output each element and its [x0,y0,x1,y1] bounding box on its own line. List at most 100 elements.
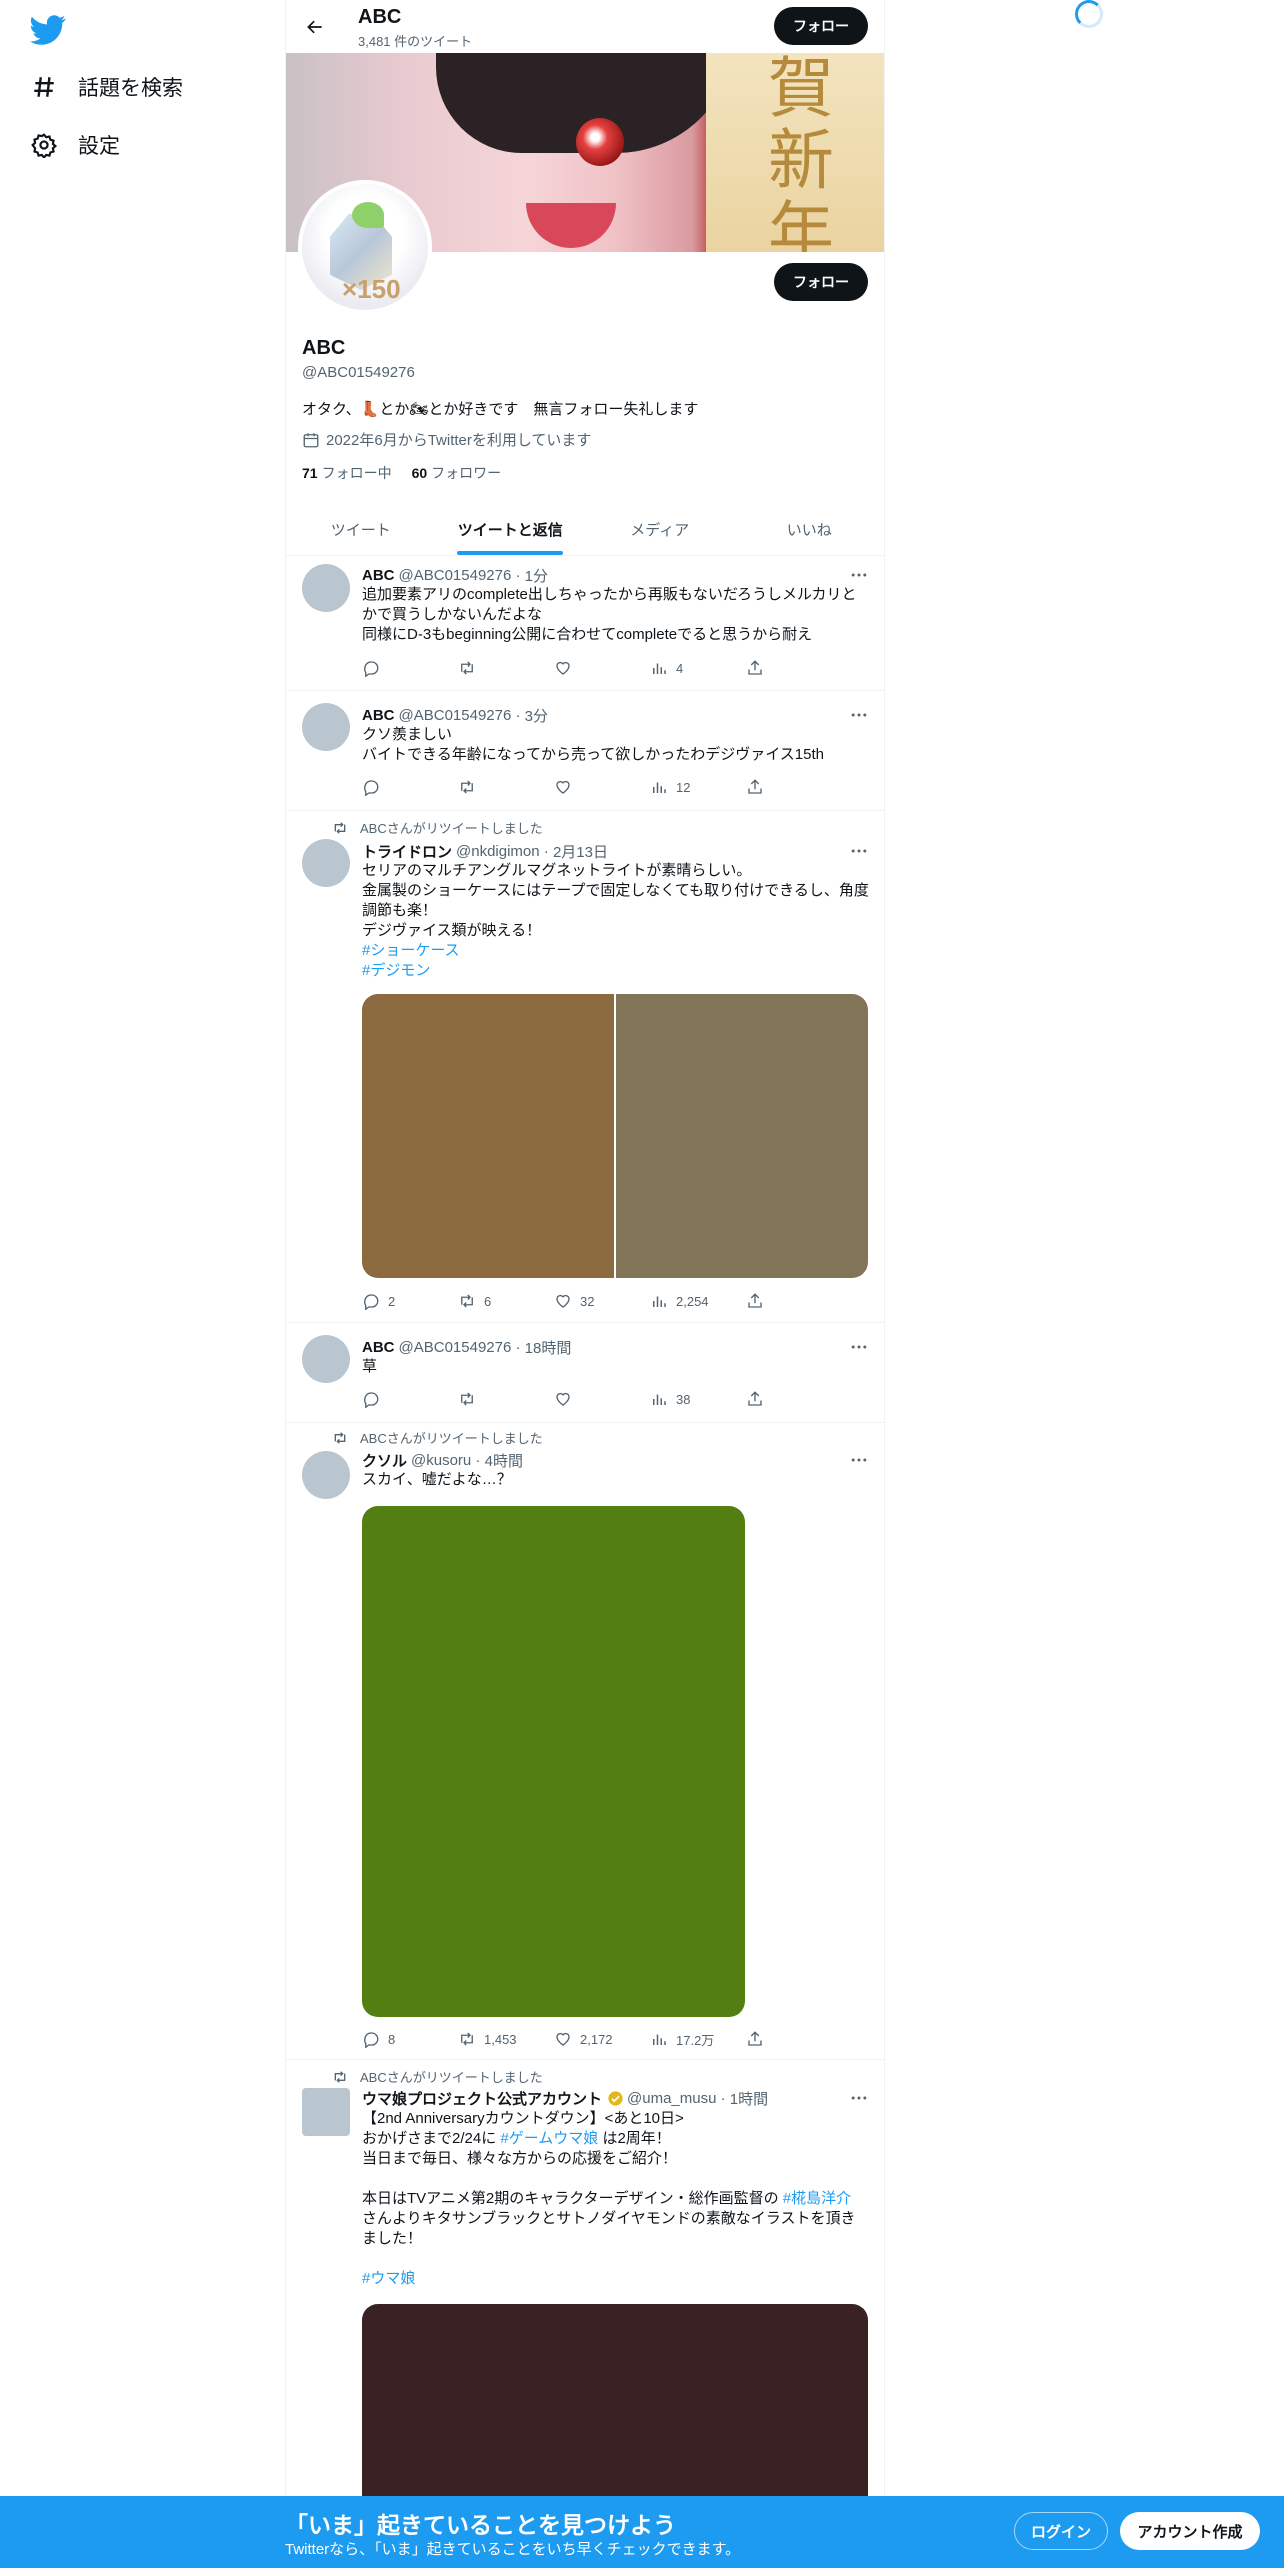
tweet[interactable]: ABCさんがリツイートしました トライドロン @nkdigimon · 2月13… [286,811,884,1323]
reply-button[interactable] [362,659,458,677]
tweet-author-name[interactable]: クソル [362,1450,407,1471]
hashtag-link[interactable]: #ゲームウマ娘 [500,2130,598,2147]
tweet-avatar[interactable] [302,839,350,887]
tweet-author-handle[interactable]: @ABC01549276 [399,707,512,724]
like-button[interactable] [554,1390,650,1408]
heart-icon [556,1392,570,1406]
reply-button[interactable]: 8 [362,2030,458,2048]
tweet-avatar[interactable] [302,2088,350,2136]
more-options-icon[interactable] [848,565,870,585]
reply-button[interactable] [362,1390,458,1408]
tweet-time[interactable]: 2月13日 [553,841,608,862]
like-button[interactable] [554,778,650,796]
tweet-author-name[interactable]: ABC [362,567,395,584]
nav-explore[interactable]: 話題を検索 [30,67,183,107]
tweet-text: スカイ、嘘だよな…？ [362,1470,870,1490]
tab-media[interactable]: メディア [585,503,735,555]
tweet-author-handle[interactable]: @uma_musu [627,2090,716,2107]
share-button[interactable] [746,1292,772,1310]
tweet-time[interactable]: 3分 [525,705,548,726]
share-button[interactable] [746,778,772,796]
views-button[interactable]: 17.2万 [650,2030,746,2049]
tweet-author-name[interactable]: ABC [362,707,395,724]
retweet-button[interactable] [458,1390,554,1408]
tab-likes[interactable]: いいね [735,503,885,555]
tweet-avatar[interactable] [302,1451,350,1499]
twitter-bird-icon[interactable] [30,12,66,48]
reply-button[interactable] [362,778,458,796]
views-button[interactable]: 4 [650,659,746,677]
tweet[interactable]: ABC @ABC01549276 · 18時間 草 38 [286,1323,884,1423]
tweet-author-name[interactable]: トライドロン [362,841,452,862]
like-button[interactable] [554,659,650,677]
tweet-author-handle[interactable]: @ABC01549276 [399,567,512,584]
more-options-icon[interactable] [848,705,870,725]
retweet-indicator: ABCさんがリツイートしました [332,2067,543,2086]
tweet[interactable]: ABC @ABC01549276 · 3分 クソ羨ましい バイトできる年齢になっ… [286,691,884,811]
hashtag-link[interactable]: #デジモン [362,961,870,981]
tweet-image[interactable] [616,994,868,1278]
tweet[interactable]: ABCさんがリツイートしました ウマ娘プロジェクト公式アカウント @uma_mu… [286,2060,884,2568]
followers-count: 60 [411,465,428,481]
retweet-indicator: ABCさんがリツイートしました [332,818,543,837]
more-options-icon[interactable] [848,2088,870,2108]
views-button[interactable]: 2,254 [650,1292,746,1310]
share-button[interactable] [746,659,772,677]
tweet-time[interactable]: 1分 [525,565,548,586]
tab-tweets[interactable]: ツイート [286,503,436,555]
views-button[interactable]: 38 [650,1390,746,1408]
retweet-label[interactable]: ABCさんがリツイートしました [360,2067,543,2086]
retweet-button[interactable]: 6 [458,1292,554,1310]
share-button[interactable] [746,1390,772,1408]
retweet-indicator: ABCさんがリツイートしました [332,1428,543,1447]
back-button[interactable] [298,10,332,44]
dot-separator: · [511,1339,525,1356]
tweet-time[interactable]: 1時間 [730,2088,768,2109]
retweet-button[interactable] [458,659,554,677]
tweet-author-handle[interactable]: @ABC01549276 [399,1339,512,1356]
followers-link[interactable]: 60 フォロワー [412,463,502,483]
tweet-author-handle[interactable]: @kusoru [411,1452,471,1469]
like-button[interactable]: 32 [554,1292,650,1310]
hashtag-link[interactable]: #ショーケース [362,941,870,961]
tweet-time[interactable]: 4時間 [485,1450,523,1471]
tweet[interactable]: ABC @ABC01549276 · 1分 追加要素アリのcomplete出しち… [286,556,884,691]
retweet-label[interactable]: ABCさんがリツイートしました [360,1428,543,1447]
hashtag-link[interactable]: #椛島洋介 [783,2190,851,2207]
retweet-label[interactable]: ABCさんがリツイートしました [360,818,543,837]
login-button[interactable]: ログイン [1014,2512,1108,2550]
more-options-icon[interactable] [848,841,870,861]
follow-button-header[interactable]: フォロー [774,7,868,45]
views-chart-icon [653,663,666,674]
retweet-button[interactable] [458,778,554,796]
hashtag-link[interactable]: #ウマ娘 [362,2269,870,2289]
tweet-image[interactable] [362,994,614,1278]
tweet-avatar[interactable] [302,703,350,751]
dot-separator: · [471,1452,485,1469]
nav-settings[interactable]: 設定 [30,125,120,165]
signup-button[interactable]: アカウント作成 [1120,2512,1260,2550]
tweet-image[interactable] [362,1506,745,2017]
tweet[interactable]: ABCさんがリツイートしました クソル @kusoru · 4時間 スカイ、嘘だ… [286,1423,884,2060]
follow-button-profile[interactable]: フォロー [774,263,868,301]
more-options-icon[interactable] [848,1337,870,1357]
reply-button[interactable]: 2 [362,1292,458,1310]
tweet-time[interactable]: 18時間 [525,1337,572,1358]
tweet-text: 草 [362,1357,870,1377]
more-options-icon[interactable] [848,1450,870,1470]
retweet-button[interactable]: 1,453 [458,2030,554,2048]
tweet-author-name[interactable]: ウマ娘プロジェクト公式アカウント [362,2088,602,2109]
tab-tweets-and-replies[interactable]: ツイートと返信 [436,503,586,555]
tweet-author-handle[interactable]: @nkdigimon [456,843,540,860]
tweet-actions: 2 6 32 2,254 [362,1291,792,1311]
following-link[interactable]: 71 フォロー中 [302,463,392,483]
tweet-avatar[interactable] [302,1335,350,1383]
tweet-text-line: バイトできる年齢になってから売って欲しかったわデジヴァイス15th [362,746,824,763]
tweet-author-name[interactable]: ABC [362,1339,395,1356]
avatar-leaf-icon [352,202,384,228]
tweet-avatar[interactable] [302,564,350,612]
like-button[interactable]: 2,172 [554,2030,650,2048]
views-button[interactable]: 12 [650,778,746,796]
profile-avatar[interactable]: ×150 [298,180,432,314]
share-button[interactable] [746,2030,772,2048]
